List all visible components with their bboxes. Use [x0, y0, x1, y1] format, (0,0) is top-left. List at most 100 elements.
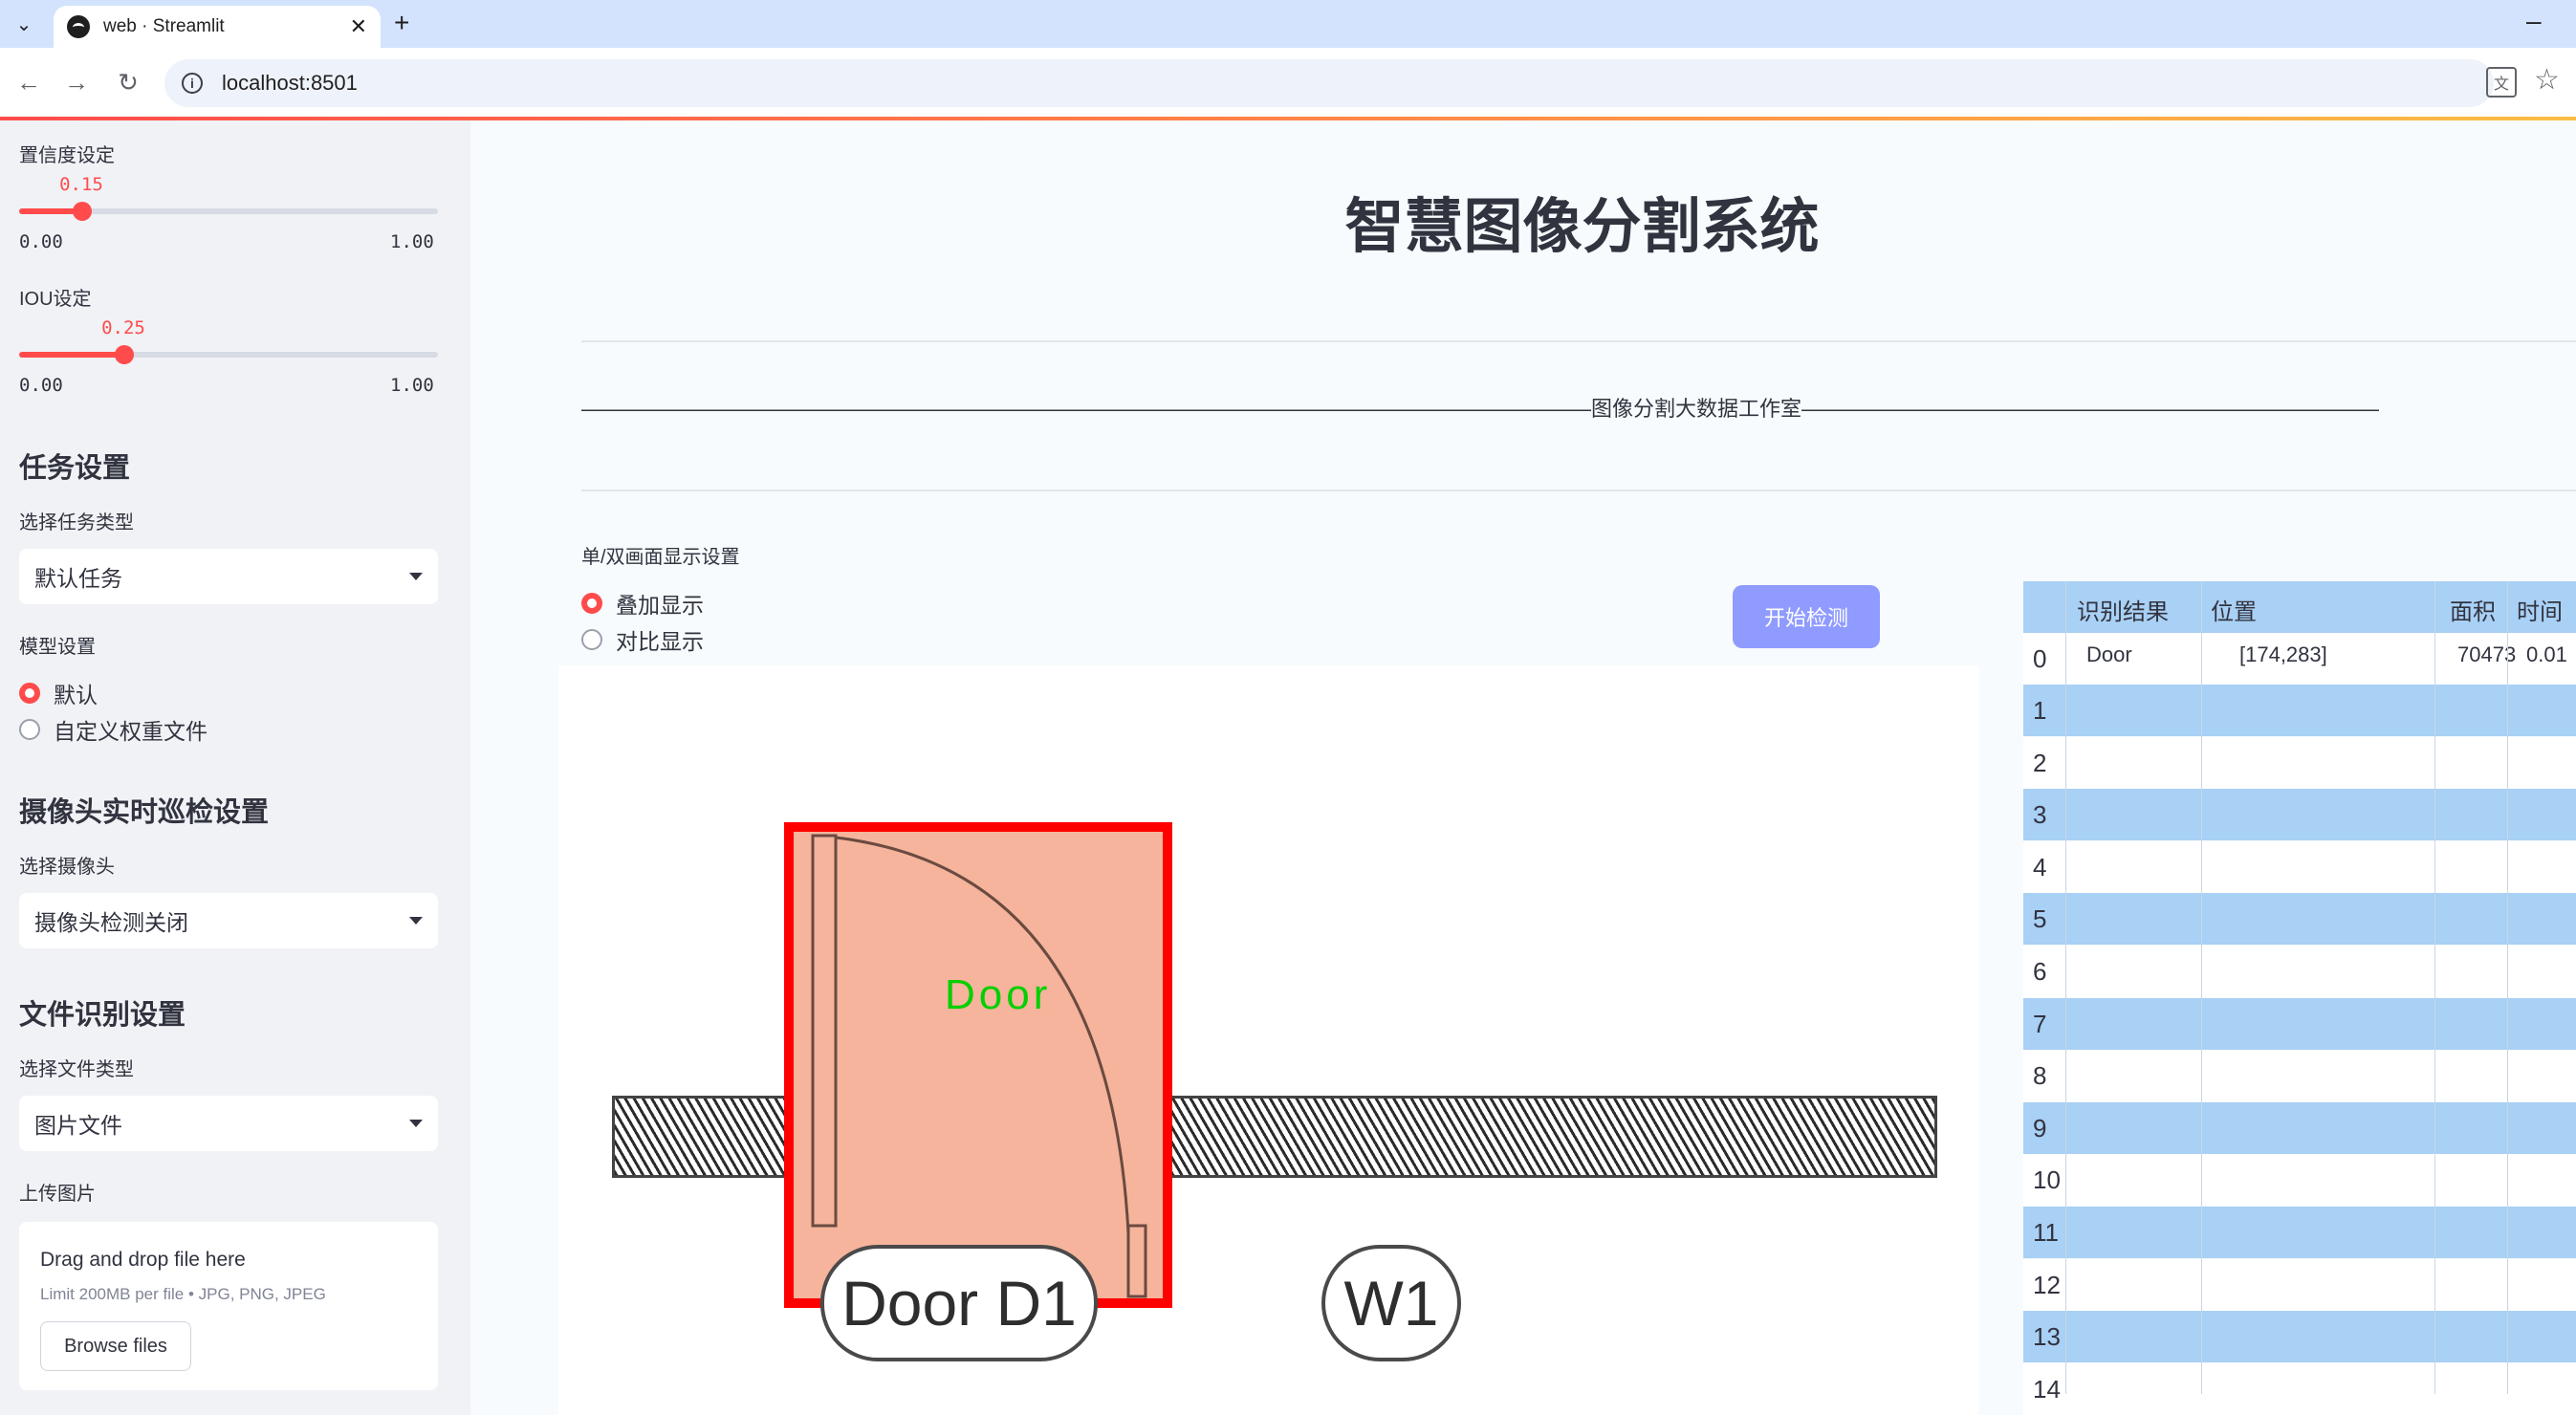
- header-area: 面积: [2450, 599, 2496, 625]
- cell-result: Door: [2086, 642, 2132, 666]
- radio-selected-icon[interactable]: [581, 593, 602, 614]
- camera-select-value: 摄像头检测关闭: [34, 910, 188, 935]
- table-row[interactable]: 4: [2023, 840, 2576, 893]
- file-type-label: 选择文件类型: [19, 1059, 134, 1080]
- browser-tab[interactable]: web · Streamlit ✕: [54, 6, 381, 48]
- model-radio-custom[interactable]: 自定义权重文件: [19, 713, 207, 746]
- row-index: 2: [2033, 748, 2047, 777]
- table-row[interactable]: 7: [2023, 997, 2576, 1050]
- display-overlay-label: 叠加显示: [616, 593, 704, 618]
- display-radio-compare[interactable]: 对比显示: [581, 623, 704, 656]
- confidence-value: 0.15: [59, 174, 103, 195]
- row-index: 8: [2033, 1061, 2047, 1091]
- row-index: 4: [2033, 852, 2047, 882]
- radio-unselected-icon[interactable]: [19, 719, 40, 740]
- table-row[interactable]: 1: [2023, 685, 2576, 736]
- model-radio-default[interactable]: 默认: [19, 677, 98, 709]
- cell-time: 0.01: [2526, 642, 2567, 666]
- forward-arrow-icon[interactable]: →: [57, 63, 96, 101]
- table-row[interactable]: 3: [2023, 789, 2576, 841]
- row-index: 11: [2033, 1218, 2059, 1247]
- model-option-custom-label: 自定义权重文件: [54, 719, 207, 744]
- display-settings-label: 单/双画面显示设置: [581, 547, 740, 568]
- camera-settings-heading: 摄像头实时巡检设置: [19, 797, 270, 828]
- table-row[interactable]: 9: [2023, 1101, 2576, 1154]
- table-header: 识别结果 位置 面积 时间: [2023, 581, 2576, 633]
- start-detection-button[interactable]: 开始检测: [1733, 585, 1880, 648]
- sidebar: 置信度设定 0.15 0.00 1.00 IOU设定 0.25 0.00 1.0…: [0, 120, 470, 1415]
- browse-files-button[interactable]: Browse files: [40, 1321, 191, 1371]
- table-row[interactable]: 11: [2023, 1207, 2576, 1258]
- url-text[interactable]: localhost:8501: [222, 71, 358, 96]
- row-index: 1: [2033, 696, 2047, 725]
- back-arrow-icon[interactable]: ←: [10, 63, 48, 101]
- confidence-slider[interactable]: [19, 202, 438, 221]
- row-index: 12: [2033, 1270, 2061, 1299]
- model-settings-label: 模型设置: [19, 637, 96, 658]
- model-option-default-label: 默认: [54, 683, 98, 708]
- camera-select-label: 选择摄像头: [19, 857, 115, 878]
- confidence-min: 0.00: [19, 231, 63, 252]
- divider: [581, 340, 2576, 342]
- confidence-slider-thumb[interactable]: [72, 202, 92, 221]
- window-minimize-icon[interactable]: –: [2526, 6, 2542, 36]
- row-index: 0: [2033, 644, 2047, 673]
- radio-selected-icon[interactable]: [19, 683, 40, 704]
- table-row[interactable]: 12: [2023, 1258, 2576, 1311]
- confidence-label: 置信度设定: [19, 145, 115, 166]
- table-row[interactable]: 0 Door [174,283] 70473 0.01: [2023, 633, 2576, 685]
- cell-position: [174,283]: [2239, 642, 2327, 666]
- camera-select[interactable]: 摄像头检测关闭: [19, 893, 438, 948]
- table-row[interactable]: 8: [2023, 1050, 2576, 1102]
- header-time: 时间: [2517, 599, 2563, 625]
- reload-icon[interactable]: ↻: [109, 63, 147, 101]
- task-settings-heading: 任务设置: [19, 453, 131, 484]
- header-result: 识别结果: [2077, 599, 2169, 625]
- file-uploader-dropzone[interactable]: Drag and drop file here Limit 200MB per …: [19, 1222, 438, 1390]
- browser-toolbar: ← → ↻ i localhost:8501 文 ☆: [0, 48, 2576, 119]
- column-divider: [2507, 581, 2508, 1394]
- row-index: 13: [2033, 1322, 2061, 1352]
- table-row[interactable]: 2: [2023, 736, 2576, 789]
- upload-limit-text: Limit 200MB per file • JPG, PNG, JPEG: [40, 1285, 326, 1303]
- radio-unselected-icon[interactable]: [581, 629, 602, 650]
- column-divider: [2201, 581, 2202, 1394]
- new-tab-plus-icon[interactable]: +: [394, 8, 409, 38]
- row-index: 5: [2033, 904, 2047, 934]
- chevron-down-icon: [409, 1120, 423, 1127]
- tab-search-chevron-icon[interactable]: ⌄: [8, 8, 40, 40]
- divider: [581, 490, 2576, 491]
- table-row[interactable]: 5: [2023, 893, 2576, 946]
- iou-min: 0.00: [19, 375, 63, 396]
- column-divider: [2065, 581, 2066, 1394]
- iou-slider[interactable]: [19, 345, 438, 364]
- row-index: 9: [2033, 1113, 2047, 1143]
- door-tag: Door D1: [820, 1245, 1098, 1361]
- task-type-select[interactable]: 默认任务: [19, 549, 438, 604]
- window-tag: W1: [1321, 1245, 1461, 1361]
- file-type-value: 图片文件: [34, 1113, 122, 1138]
- bookmark-star-icon[interactable]: ☆: [2534, 63, 2560, 97]
- table-row[interactable]: 10: [2023, 1154, 2576, 1207]
- confidence-max: 1.00: [390, 231, 434, 252]
- site-info-icon[interactable]: i: [182, 73, 203, 94]
- display-radio-overlay[interactable]: 叠加显示: [581, 587, 704, 620]
- row-index: 3: [2033, 800, 2047, 830]
- translate-icon[interactable]: 文: [2486, 67, 2517, 98]
- address-bar[interactable]: i localhost:8501: [164, 59, 2494, 107]
- file-type-select[interactable]: 图片文件: [19, 1096, 438, 1151]
- tab-close-icon[interactable]: ✕: [350, 14, 367, 39]
- main-content: 智慧图像分割系统 ———————————————————————————————…: [470, 120, 2576, 1415]
- upload-drag-text: Drag and drop file here: [40, 1249, 246, 1271]
- row-index: 6: [2033, 957, 2047, 986]
- column-divider: [2434, 581, 2435, 1394]
- row-index: 10: [2033, 1165, 2061, 1195]
- file-settings-heading: 文件识别设置: [19, 1000, 186, 1031]
- table-row[interactable]: 14: [2023, 1362, 2576, 1415]
- table-row[interactable]: 13: [2023, 1311, 2576, 1363]
- iou-slider-thumb[interactable]: [114, 345, 134, 364]
- display-compare-label: 对比显示: [616, 629, 704, 654]
- page-title: 智慧图像分割系统: [1344, 194, 1820, 260]
- chevron-down-icon: [409, 917, 423, 925]
- table-row[interactable]: 6: [2023, 946, 2576, 997]
